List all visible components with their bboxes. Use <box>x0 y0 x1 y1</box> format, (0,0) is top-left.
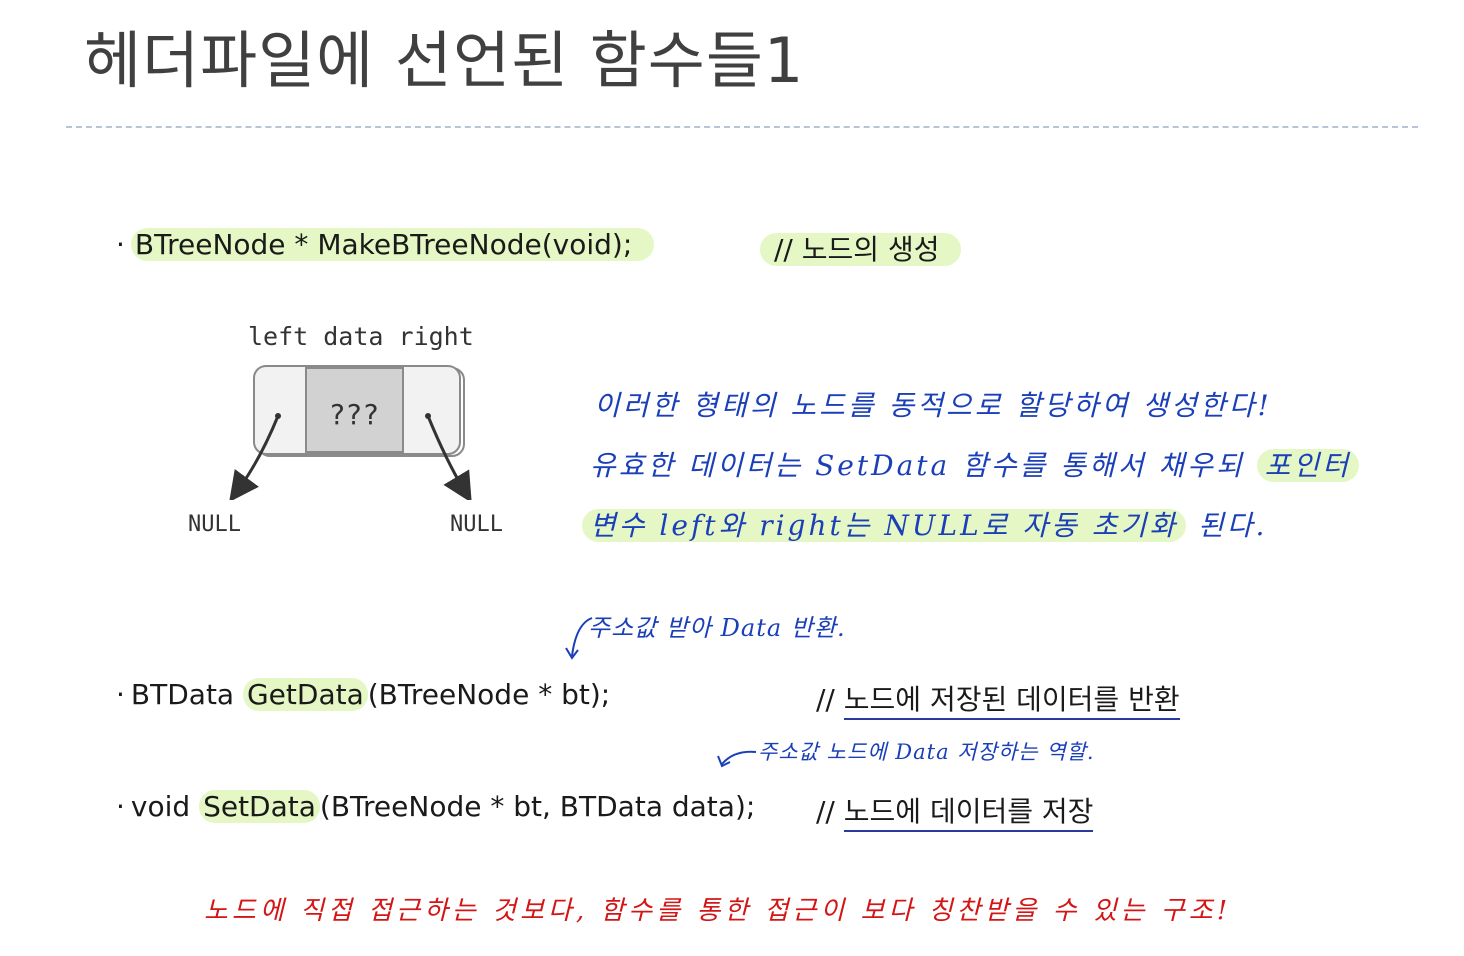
bullet-dot: · <box>116 228 125 261</box>
note-get-data: 주소값 받아 Data 반환. <box>588 614 846 642</box>
make-node-comment: // 노드의 생성 <box>760 228 962 268</box>
make-node-comment-text: // 노드의 생성 <box>760 233 962 266</box>
set-data-return-type: void <box>130 790 200 823</box>
title-divider <box>66 126 1418 128</box>
comment-slashes: // <box>816 683 844 716</box>
handwriting-line-3a: 변수 left와 right는 NULL로 자동 초기화 <box>582 509 1187 542</box>
handwriting-line-2a: 유효한 데이터는 SetData 함수를 통해서 채우되 <box>590 449 1245 482</box>
set-data-comment: // 노드에 데이터를 저장 <box>816 790 1094 832</box>
comment-slashes: // <box>816 795 844 828</box>
null-right-label: NULL <box>450 512 503 537</box>
page-title: 헤더파일에 선언된 함수들1 <box>84 24 805 97</box>
handwriting-line-1: 이러한 형태의 노드를 동적으로 할당하여 생성한다! <box>594 389 1272 422</box>
note-set-data: 주소값 노드에 Data 저장하는 역할. <box>758 740 1095 764</box>
get-data-comment-text: 노드에 저장된 데이터를 반환 <box>843 683 1180 720</box>
make-node-code: BTreeNode * MakeBTreeNode(void); <box>130 228 655 261</box>
get-data-fn-name: GetData <box>242 678 368 711</box>
get-data-return-type: BTData <box>130 678 243 711</box>
get-data-comment: // 노드에 저장된 데이터를 반환 <box>816 678 1180 720</box>
node-data-unknown: ??? <box>329 398 380 431</box>
set-data-fn-name: SetData <box>199 790 320 823</box>
set-data-params: (BTreeNode * bt, BTData data); <box>319 790 756 823</box>
handwriting-line-2: 유효한 데이터는 SetData 함수를 통해서 채우되 포인터 <box>590 444 1359 484</box>
null-left-label: NULL <box>188 512 241 537</box>
handwriting-line-3b: 된다. <box>1197 509 1268 542</box>
bullet-set-data: · void SetData (BTreeNode * bt, BTData dat… <box>116 790 755 823</box>
bullet-dot: · <box>116 790 125 823</box>
note-get-arrow <box>565 617 593 660</box>
handwriting-line-2b: 포인터 <box>1256 449 1359 482</box>
node-field-labels: left data right <box>248 322 474 351</box>
bullet-make-node: · BTreeNode * MakeBTreeNode(void); <box>116 228 655 261</box>
bullet-dot: · <box>116 678 125 711</box>
footer-note: 노드에 직접 접근하는 것보다, 함수를 통한 접근이 보다 칭찬받을 수 있는… <box>204 896 1232 926</box>
note-set-arrow <box>717 750 757 768</box>
node-diagram: ??? <box>229 365 472 500</box>
set-data-comment-text: 노드에 데이터를 저장 <box>843 795 1094 832</box>
get-data-params: (BTreeNode * bt); <box>367 678 611 711</box>
handwriting-line-3: 변수 left와 right는 NULL로 자동 초기화 된다. <box>582 504 1267 544</box>
bullet-get-data: · BTData GetData (BTreeNode * bt); <box>116 678 610 711</box>
